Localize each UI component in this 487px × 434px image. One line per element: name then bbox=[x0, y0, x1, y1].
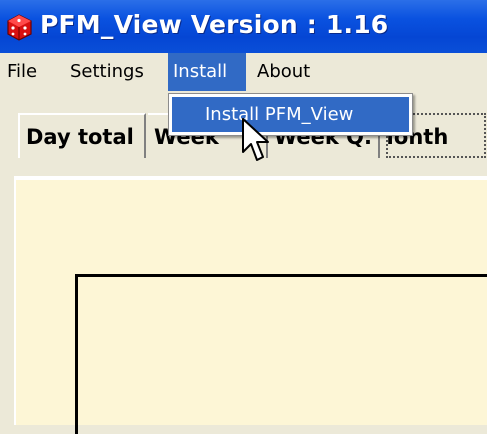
window-title: PFM_View Version : 1.16 bbox=[40, 10, 389, 39]
menu-settings[interactable]: Settings bbox=[65, 53, 149, 91]
menu-item-install-pfm-view[interactable]: Install PFM_View bbox=[172, 97, 409, 132]
mouse-cursor-icon bbox=[242, 118, 269, 161]
menu-install[interactable]: Install bbox=[168, 53, 246, 91]
install-menu-dropdown: Install PFM_View bbox=[168, 93, 413, 136]
app-icon bbox=[7, 14, 32, 41]
menu-file[interactable]: File bbox=[2, 53, 42, 91]
tab-day-total[interactable]: Day total bbox=[18, 113, 146, 158]
title-bar[interactable]: PFM_View Version : 1.16 bbox=[0, 0, 487, 53]
menu-about[interactable]: About bbox=[252, 53, 315, 91]
chart-area bbox=[75, 274, 487, 434]
menu-bar: File Settings Install About bbox=[0, 53, 487, 91]
